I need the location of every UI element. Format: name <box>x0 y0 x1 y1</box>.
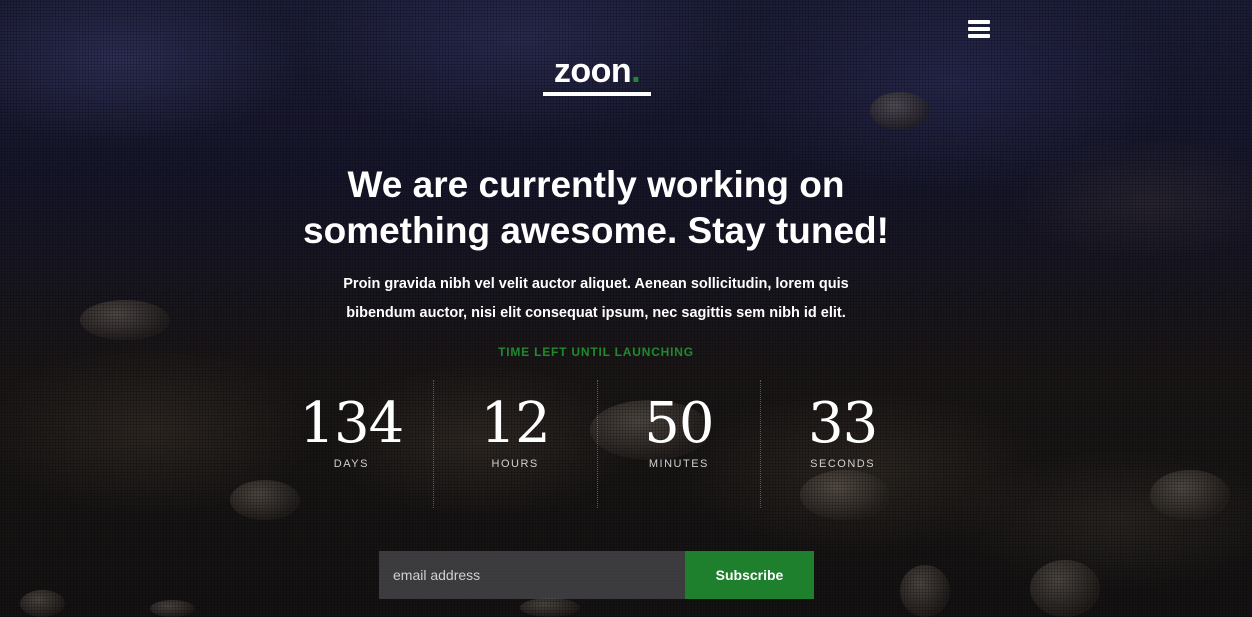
description-line-2: bibendum auctor, nisi elit consequat ips… <box>346 305 846 321</box>
seconds-value: 33 <box>807 391 878 456</box>
hours-value: 12 <box>480 391 550 456</box>
minutes-label: MINUTES <box>648 458 709 470</box>
subscribe-form: Subscribe <box>379 551 814 599</box>
logo-dot: . <box>631 52 641 90</box>
headline-line-1: We are currently working on <box>347 164 845 205</box>
headline-line-2: something awesome. Stay tuned! <box>303 210 889 251</box>
minutes-value: 50 <box>644 391 714 456</box>
countdown-timer: 134 DAYS 12 HOURS 50 MINUTES 33 SECONDS <box>270 380 924 508</box>
email-input[interactable] <box>379 551 685 599</box>
countdown-minutes: 50 MINUTES <box>596 380 761 508</box>
days-value: 134 <box>299 391 404 456</box>
logo-text: zoon <box>553 52 632 90</box>
subscribe-button[interactable]: Subscribe <box>685 551 814 599</box>
page-description: Proin gravida nibh vel velit auctor aliq… <box>296 270 896 328</box>
countdown-days: 134 DAYS <box>270 380 433 508</box>
hamburger-menu-icon[interactable] <box>968 20 990 38</box>
page-headline: We are currently working on something aw… <box>0 162 1192 254</box>
days-label: DAYS <box>333 458 369 470</box>
hours-label: HOURS <box>491 458 539 470</box>
description-line-1: Proin gravida nibh vel velit auctor aliq… <box>343 276 849 292</box>
countdown-seconds: 33 SECONDS <box>760 380 924 508</box>
countdown-hours: 12 HOURS <box>432 380 597 508</box>
seconds-label: SECONDS <box>810 458 876 470</box>
site-logo[interactable]: zoon. <box>543 52 651 96</box>
countdown-heading: TIME LEFT UNTIL LAUNCHING <box>498 345 694 359</box>
